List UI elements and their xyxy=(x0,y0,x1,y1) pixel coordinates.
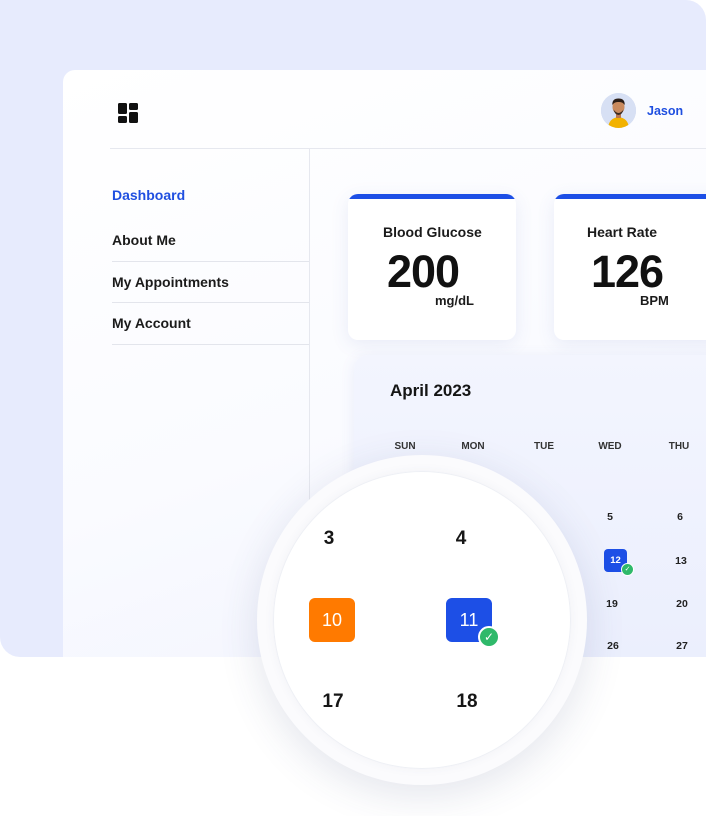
sidebar-nav: Dashboard About Me My Appointments My Ac… xyxy=(112,180,309,345)
calendar-day[interactable]: 26 xyxy=(607,640,619,652)
heart-rate-card[interactable]: Heart Rate 126 BPM xyxy=(554,194,706,340)
calendar-day[interactable]: 3 xyxy=(324,528,335,550)
blood-glucose-card[interactable]: Blood Glucose 200 mg/dL xyxy=(348,194,516,340)
calendar-day-label: 12 xyxy=(610,555,621,566)
header-divider xyxy=(110,148,706,149)
calendar-day-label: 10 xyxy=(321,609,343,630)
calendar-day[interactable]: 18 xyxy=(456,691,477,713)
avatar-image xyxy=(601,93,636,128)
calendar-day[interactable]: 13 xyxy=(675,555,687,567)
weekday-label: TUE xyxy=(534,441,554,452)
card-unit: BPM xyxy=(640,293,669,308)
weekday-label: MON xyxy=(461,441,485,452)
calendar-day-today[interactable]: 10 xyxy=(309,598,355,642)
sidebar-item-my-account[interactable]: My Account xyxy=(112,303,309,345)
user-name[interactable]: Jason xyxy=(647,104,683,118)
weekday-label: SUN xyxy=(394,441,416,452)
user-profile[interactable]: Jason xyxy=(601,93,683,128)
calendar-day[interactable]: 5 xyxy=(607,511,613,523)
calendar-day[interactable]: 27 xyxy=(676,640,688,652)
card-title: Heart Rate xyxy=(587,224,658,240)
calendar-month-title: April 2023 xyxy=(390,381,472,400)
avatar[interactable] xyxy=(601,93,636,128)
calendar-day[interactable]: 20 xyxy=(676,598,688,610)
sidebar-item-dashboard[interactable]: Dashboard xyxy=(112,180,309,220)
calendar-day[interactable]: 4 xyxy=(456,528,467,550)
calendar-day[interactable]: 6 xyxy=(677,511,683,523)
card-title: Blood Glucose xyxy=(383,224,482,240)
magnifier-lens: 3 4 10 11 ✓ 17 18 xyxy=(273,471,571,769)
calendar-day[interactable]: 19 xyxy=(606,598,618,610)
check-icon: ✓ xyxy=(478,626,500,648)
card-value: 126 xyxy=(591,246,664,297)
sidebar-item-about-me[interactable]: About Me xyxy=(112,220,309,262)
check-icon: ✓ xyxy=(621,563,634,576)
dashboard-grid-icon[interactable] xyxy=(118,103,138,123)
calendar-magnifier: 3 4 10 11 ✓ 17 18 xyxy=(257,455,587,785)
weekday-label: THU xyxy=(668,441,690,452)
calendar-day[interactable]: 17 xyxy=(322,691,343,713)
card-value: 200 xyxy=(387,246,460,297)
weekday-label: WED xyxy=(598,441,622,452)
card-unit: mg/dL xyxy=(435,293,474,308)
calendar-day-label: 11 xyxy=(459,609,479,630)
sidebar-item-my-appointments[interactable]: My Appointments xyxy=(112,262,309,303)
